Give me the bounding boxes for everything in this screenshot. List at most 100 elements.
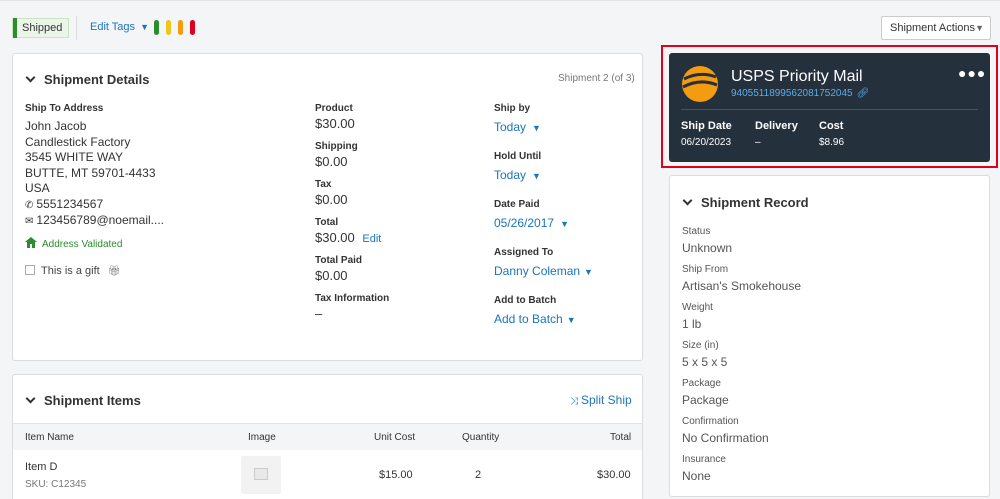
usps-logo-icon bbox=[681, 65, 719, 103]
shipment-details-header[interactable]: Shipment Details bbox=[25, 71, 150, 89]
image-placeholder-icon bbox=[254, 468, 268, 480]
record-label: Ship From bbox=[682, 264, 729, 275]
record-value: None bbox=[682, 469, 711, 483]
shipment-items-header[interactable]: Shipment Items bbox=[25, 392, 141, 410]
company-name: Candlestick Factory bbox=[25, 134, 131, 149]
phone-icon: ✆ bbox=[25, 199, 34, 211]
phone-row: ✆ 5551234567 bbox=[25, 197, 164, 214]
add-to-batch-dropdown[interactable]: Add to Batch ▼ bbox=[494, 312, 593, 326]
chevron-down-icon bbox=[25, 393, 36, 404]
tag-orange[interactable] bbox=[178, 20, 183, 35]
status-column: Ship by Today ▼ Hold Until Today ▼ Date Pa… bbox=[494, 103, 593, 326]
shipment-items-card: Shipment Items ⤨ Split Ship Item Name Ima… bbox=[12, 374, 643, 499]
record-value: Unknown bbox=[682, 241, 733, 255]
edit-tags-button[interactable]: Edit Tags ▼ bbox=[90, 21, 149, 33]
tag-red[interactable] bbox=[190, 20, 195, 35]
product-value: $30.00 bbox=[315, 116, 355, 131]
shipping-label: Shipping bbox=[315, 141, 358, 152]
caret-down-icon: ▼ bbox=[532, 171, 541, 181]
shipment-record-header[interactable]: Shipment Record bbox=[682, 194, 809, 212]
split-icon: ⤨ bbox=[570, 396, 578, 407]
column-header: Total bbox=[610, 432, 632, 443]
more-icon[interactable]: ●●● bbox=[958, 65, 986, 81]
ship-date-value: 06/20/2023 bbox=[681, 137, 732, 148]
tracking-number: 9405511899562081752045 bbox=[731, 88, 853, 99]
column-header: Quantity bbox=[462, 432, 500, 443]
delivery-value: – bbox=[755, 137, 761, 148]
caret-down-icon: ▼ bbox=[560, 219, 569, 229]
record-label: Insurance bbox=[682, 454, 726, 465]
tax-label: Tax bbox=[315, 179, 332, 190]
assigned-to-dropdown[interactable]: Danny Coleman ▼ bbox=[494, 264, 593, 278]
date-paid-label: Date Paid bbox=[494, 199, 540, 210]
recipient-name: John Jacob bbox=[25, 119, 87, 133]
quantity: 2 bbox=[475, 469, 482, 481]
status-badge: Shipped bbox=[12, 18, 70, 38]
record-value: 5 x 5 x 5 bbox=[682, 355, 728, 369]
link-icon: 🔗︎ bbox=[856, 88, 870, 99]
financial-column: Product $30.00 Shipping $0.00 Tax $0.00 … bbox=[315, 103, 389, 321]
shipment-details-card: Shipment Details Shipment 2 (of 3) Ship … bbox=[12, 53, 643, 361]
shipment-counter: Shipment 2 (of 3) bbox=[558, 73, 635, 84]
tax-value: $0.00 bbox=[315, 192, 348, 207]
record-fields: Status Unknown Ship From Artisan's Smoke… bbox=[682, 226, 801, 483]
record-value: Package bbox=[682, 393, 729, 407]
hold-until-value: Today bbox=[494, 168, 527, 182]
ship-date-label: Ship Date bbox=[681, 120, 732, 132]
ship-to-label: Ship To Address bbox=[25, 103, 104, 114]
country: USA bbox=[25, 181, 50, 195]
unit-cost: $15.00 bbox=[379, 469, 413, 481]
ship-by-dropdown[interactable]: Today ▼ bbox=[494, 120, 593, 134]
item-image bbox=[241, 456, 281, 494]
section-title: Shipment Record bbox=[701, 195, 809, 210]
edit-total-link[interactable]: Edit bbox=[362, 233, 381, 245]
tracking-link[interactable]: 9405511899562081752045 🔗︎ bbox=[731, 88, 869, 99]
gift-checkbox[interactable] bbox=[25, 265, 35, 275]
divider bbox=[681, 109, 978, 110]
date-paid-dropdown[interactable]: 05/26/2017 ▼ bbox=[494, 216, 593, 230]
assigned-to-label: Assigned To bbox=[494, 247, 554, 258]
add-to-batch-label: Add to Batch bbox=[494, 295, 557, 306]
cost-value: $8.96 bbox=[819, 137, 845, 148]
record-value: Artisan's Smokehouse bbox=[682, 279, 802, 293]
chevron-down-icon bbox=[25, 72, 36, 83]
chevron-down-icon bbox=[682, 195, 693, 206]
shipment-actions-dropdown[interactable]: Shipment Actions ▼ bbox=[881, 16, 991, 40]
cost-label: Cost bbox=[819, 120, 844, 132]
split-ship-button[interactable]: ⤨ Split Ship bbox=[570, 393, 632, 407]
date-paid-value: 05/26/2017 bbox=[494, 216, 555, 230]
table-header: Item Name Image Unit Cost Quantity Total bbox=[13, 423, 642, 450]
ship-by-label: Ship by bbox=[494, 103, 531, 114]
ship-date-block: Ship Date 06/20/2023 bbox=[681, 120, 732, 148]
hold-until-dropdown[interactable]: Today ▼ bbox=[494, 168, 593, 182]
table-row[interactable]: Item D SKU: C12345 $15.00 2 $30.00 bbox=[13, 450, 642, 499]
email-icon: ✉ bbox=[25, 216, 34, 227]
carrier-card: USPS Priority Mail 940551189956208175204… bbox=[669, 53, 990, 162]
tag-green[interactable] bbox=[154, 20, 159, 35]
record-label: Status bbox=[682, 226, 711, 237]
total-paid-value: $0.00 bbox=[315, 268, 348, 283]
tax-information-value: – bbox=[315, 306, 323, 321]
divider bbox=[76, 16, 77, 40]
record-label: Package bbox=[682, 378, 721, 389]
total-paid-label: Total Paid bbox=[315, 255, 363, 266]
page-title: Shipment Details bbox=[44, 72, 150, 87]
address-block: John Jacob Candlestick Factory 3545 WHIT… bbox=[25, 119, 164, 230]
caret-down-icon: ▼ bbox=[584, 267, 593, 277]
section-title: Shipment Items bbox=[44, 393, 141, 408]
city-state-zip: BUTTE, MT 59701-4433 bbox=[25, 165, 156, 180]
edit-tags-label: Edit Tags bbox=[90, 21, 136, 33]
delivery-label: Delivery bbox=[755, 120, 798, 132]
home-icon bbox=[25, 237, 37, 248]
record-value: 1 lb bbox=[682, 317, 702, 331]
assigned-to-value: Danny Coleman bbox=[494, 264, 581, 278]
caret-down-icon: ▼ bbox=[532, 123, 541, 133]
item-sku: SKU: C12345 bbox=[25, 479, 87, 490]
email-row: ✉ 123456789@noemail.... bbox=[25, 213, 164, 230]
street-address: 3545 WHITE WAY bbox=[25, 150, 124, 164]
hold-until-label: Hold Until bbox=[494, 151, 542, 162]
caret-down-icon: ▼ bbox=[566, 315, 576, 325]
record-label: Confirmation bbox=[682, 416, 739, 427]
tag-yellow[interactable] bbox=[166, 20, 171, 35]
column-header: Image bbox=[248, 432, 276, 443]
